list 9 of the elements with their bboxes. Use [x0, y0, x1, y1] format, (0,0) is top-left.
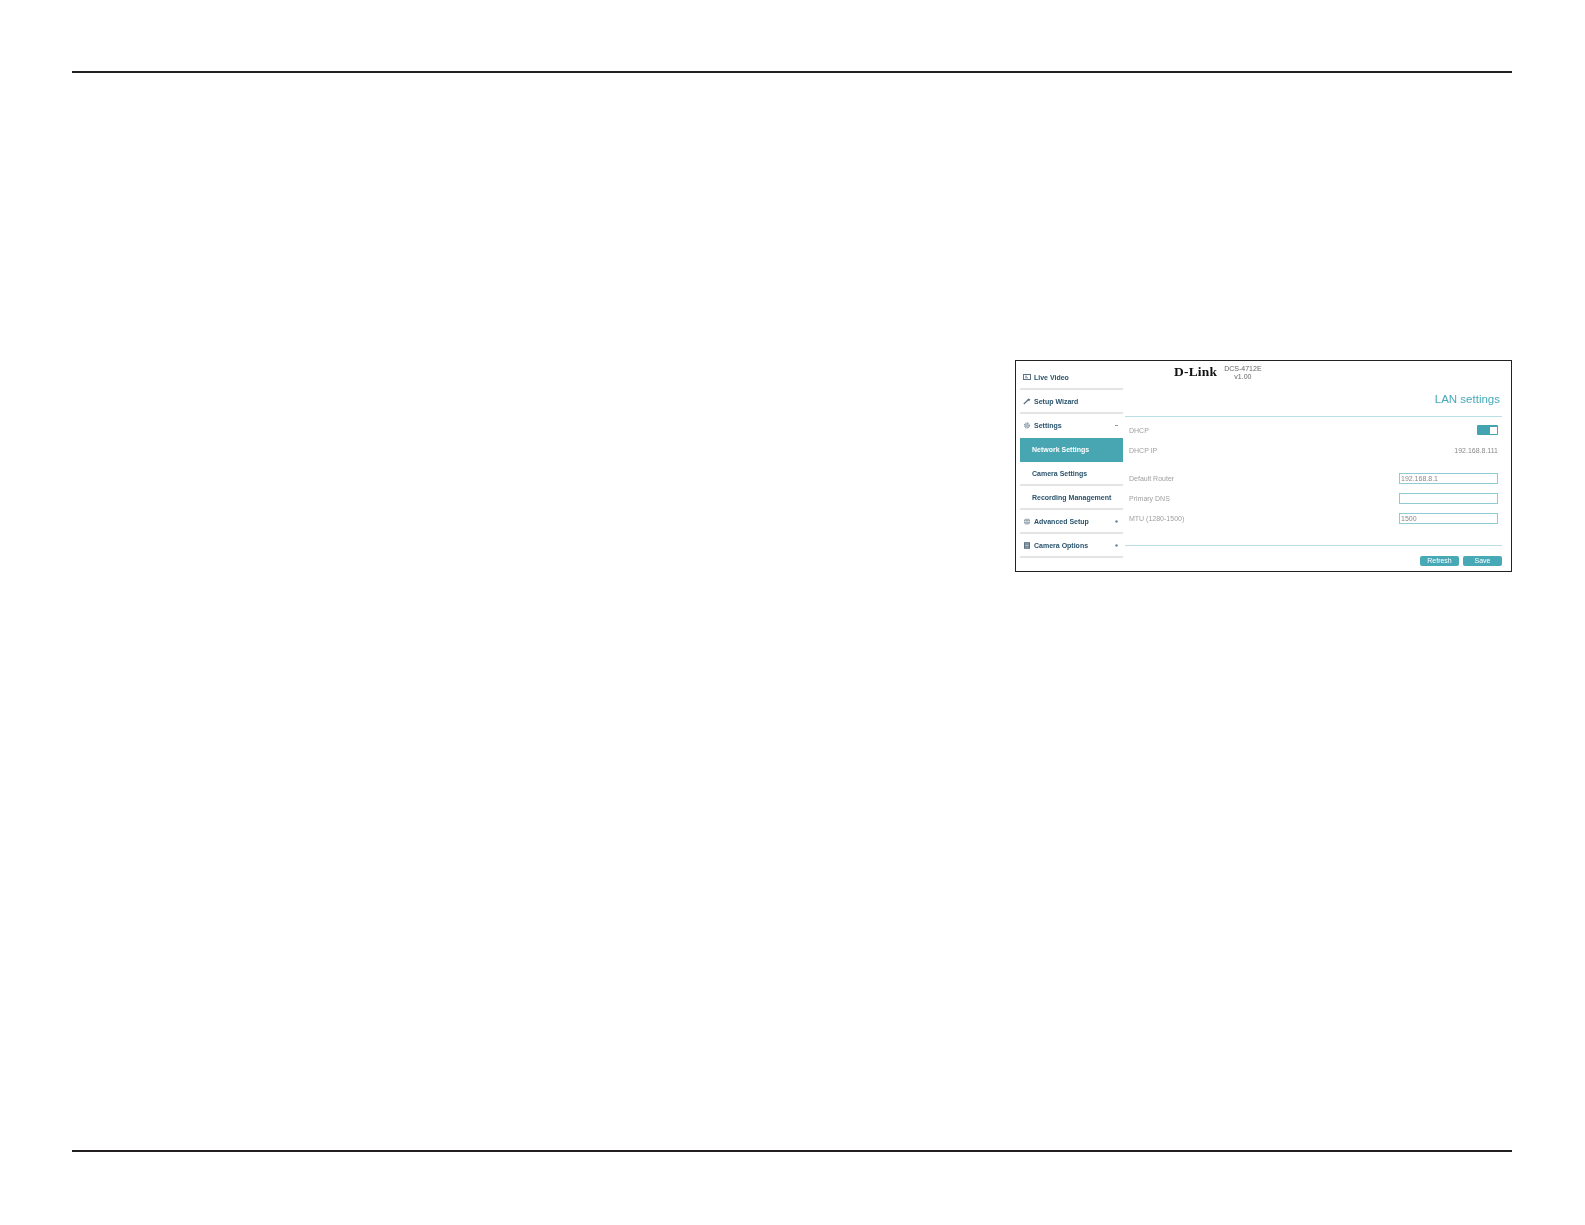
input-field[interactable] — [1399, 492, 1498, 504]
video-icon — [1023, 373, 1031, 381]
globe-icon — [1023, 517, 1031, 525]
gear-icon — [1023, 421, 1031, 429]
wand-icon — [1023, 397, 1031, 405]
document-icon — [1023, 541, 1031, 549]
logo-text: D-Link — [1174, 365, 1218, 379]
panel-title: LAN settings — [1434, 393, 1501, 406]
toggle-switch[interactable] — [1477, 425, 1498, 435]
